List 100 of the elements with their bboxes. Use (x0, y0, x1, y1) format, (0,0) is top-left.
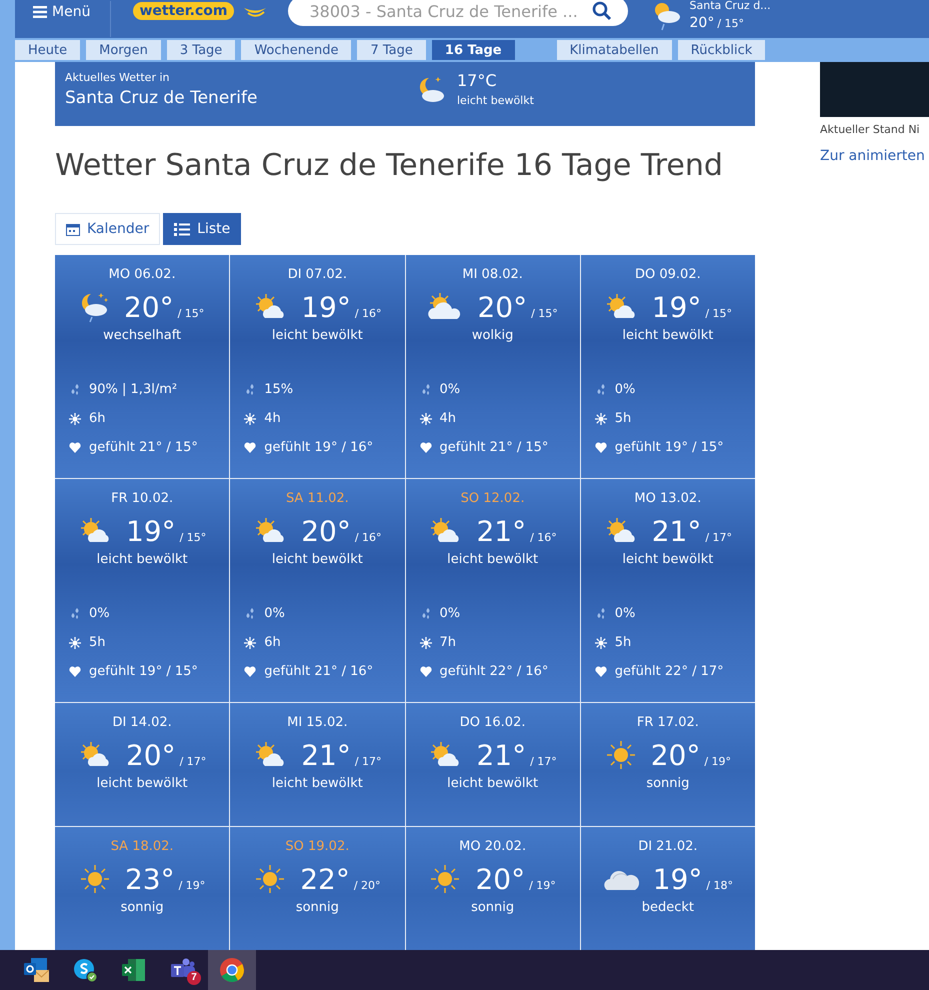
current-place: Santa Cruz d... (690, 0, 771, 12)
video-caption: Aktueller Stand Ni (820, 123, 921, 136)
day-card[interactable]: DI 21.02. 19°/ 18° bedeckt (580, 827, 755, 950)
raindrop-icon (594, 384, 607, 396)
weather-condition: leicht bewölkt (447, 552, 538, 567)
felt-temperature: gefühlt 19° / 15° (614, 440, 724, 455)
day-card[interactable]: DI 07.02. 19°/ 16° leicht bewölkt 15% 4h gefühlt 19° / 16° (230, 255, 404, 478)
low-temperature: / 17° (530, 754, 557, 768)
weather-condition: leicht bewölkt (272, 776, 363, 791)
weather-condition: sonnig (120, 900, 164, 915)
high-temperature: 23° (124, 862, 175, 896)
nav-tab[interactable]: Wochenende (241, 40, 352, 60)
calendar-icon (66, 222, 80, 236)
day-card[interactable]: FR 17.02. 20°/ 19° sonnig (580, 703, 755, 826)
view-toggle-button[interactable]: Liste (163, 213, 242, 245)
low-temperature: / 20° (354, 878, 381, 892)
weather-condition: sonnig (471, 900, 514, 915)
high-temperature: 20° (477, 290, 528, 324)
day-card[interactable]: FR 10.02. 19°/ 15° leicht bewölkt 0% 5h gefühlt 19° / 15° (55, 479, 230, 702)
sunshine-hours: 5h (614, 635, 632, 650)
low-temperature: / 15° (531, 306, 558, 320)
weather-condition: leicht bewölkt (272, 328, 363, 343)
menu-button[interactable]: Menü (33, 4, 90, 20)
felt-temperature: gefühlt 22° / 17° (614, 664, 724, 679)
raindrop-icon (244, 384, 256, 396)
day-card[interactable]: MI 08.02. 20°/ 15° wolkig 0% 4h gefühlt 21° / 15° (406, 255, 580, 478)
weather-condition: leicht bewölkt (272, 552, 363, 567)
search-icon (592, 1, 612, 21)
nav-tab[interactable]: 3 Tage (166, 40, 236, 60)
view-toggle-button[interactable]: Kalender (55, 213, 160, 245)
nav-tab[interactable]: 7 Tage (357, 40, 426, 60)
low-temperature: / 15° (705, 306, 732, 320)
day-card[interactable]: SO 19.02. 22°/ 20° sonnig (230, 827, 404, 950)
raindrop-icon (420, 384, 432, 396)
sunshine-hours: 6h (264, 635, 281, 650)
sunshine-hours: 4h (440, 411, 456, 426)
day-card[interactable]: DO 16.02. 21°/ 17° leicht bewölkt (406, 703, 580, 826)
rain-probability: 0% (614, 382, 636, 397)
high-temperature: 21° (652, 514, 702, 548)
low-temperature: / 19° (178, 878, 206, 892)
weather-condition: sonnig (296, 900, 339, 915)
list-icon (174, 222, 190, 236)
sun-icon (594, 636, 607, 648)
day-date: DI 21.02. (638, 839, 698, 854)
low-temperature: / 19° (529, 878, 556, 892)
high-temperature: 21° (301, 738, 351, 772)
day-card[interactable]: SA 11.02. 20°/ 16° leicht bewölkt 0% 6h gefühlt 21° / 16° (230, 479, 404, 702)
day-date: MI 15.02. (287, 715, 348, 730)
raindrop-icon (69, 384, 81, 396)
rain-probability: 0% (89, 606, 110, 621)
weather-condition: wechselhaft (103, 328, 182, 343)
sun-icon (429, 863, 462, 895)
nav-tab[interactable]: Rückblick (678, 40, 766, 60)
felt-temperature: gefühlt 21° / 15° (89, 440, 198, 455)
low-temperature: / 17° (354, 754, 382, 768)
sunshine-hours: 6h (89, 411, 106, 426)
day-date: FR 10.02. (111, 491, 174, 506)
felt-temperature: gefühlt 21° / 15° (440, 440, 548, 455)
day-card[interactable]: MO 06.02. 20°/ 15° wechselhaft 90% | 1,3l/m² 6h gefühlt 21° / 15° (55, 255, 230, 478)
high-temperature: 21° (476, 514, 526, 548)
high-temperature: 19° (301, 290, 351, 324)
rain-probability: 0% (264, 606, 285, 621)
low-temperature: / 18° (706, 878, 734, 892)
day-date: SA 18.02. (110, 839, 174, 854)
mail-app-icon (23, 957, 49, 983)
raindrop-icon (420, 608, 432, 620)
day-card[interactable]: MI 15.02. 21°/ 17° leicht bewölkt (230, 703, 404, 826)
day-card[interactable]: MO 13.02. 21°/ 17° leicht bewölkt 0% 5h gefühlt 22° / 17° (580, 479, 755, 702)
high-temperature: 21° (476, 738, 526, 772)
sunshine-hours: 5h (89, 635, 106, 650)
weather-condition: leicht bewölkt (96, 552, 188, 567)
nav-tab[interactable]: 16 Tage (432, 40, 515, 60)
day-card[interactable]: DO 09.02. 19°/ 15° leicht bewölkt 0% 5h gefühlt 19° / 15° (580, 255, 755, 478)
heart-icon (594, 442, 607, 453)
logo[interactable]: wetter.com (133, 2, 234, 20)
low-temperature: / 16° (354, 530, 382, 544)
day-card[interactable]: SO 12.02. 21°/ 16° leicht bewölkt 0% 7h gefühlt 22° / 16° (406, 479, 580, 702)
nav-tab[interactable]: Heute (15, 40, 80, 60)
heart-icon (420, 666, 432, 677)
menu-icon (33, 6, 47, 18)
nav-tab[interactable]: Morgen (86, 40, 161, 60)
heart-icon (420, 442, 432, 453)
sunshine-hours: 5h (614, 411, 632, 426)
day-date: DI 07.02. (288, 267, 348, 282)
low-temperature: / 16° (530, 530, 557, 544)
weather-condition: wolkig (472, 328, 514, 343)
taskbar-button[interactable]: 7 (159, 950, 207, 990)
current-low-temperature: / 15° (717, 16, 744, 30)
felt-temperature: gefühlt 22° / 16° (440, 664, 548, 679)
rain-probability: 0% (614, 606, 636, 621)
day-date: FR 17.02. (636, 715, 699, 730)
day-card[interactable]: DI 14.02. 20°/ 17° leicht bewölkt (55, 703, 230, 826)
day-date: MO 13.02. (634, 491, 702, 506)
day-card[interactable]: MO 20.02. 20°/ 19° sonnig (406, 827, 580, 950)
rain-probability: 0% (440, 606, 460, 621)
animation-link[interactable]: Zur animierten (820, 148, 929, 164)
raindrop-icon (244, 608, 256, 620)
sun-icon (69, 412, 81, 424)
day-card[interactable]: SA 18.02. 23°/ 19° sonnig (55, 827, 230, 950)
nav-tab[interactable]: Klimatabellen (556, 40, 672, 60)
